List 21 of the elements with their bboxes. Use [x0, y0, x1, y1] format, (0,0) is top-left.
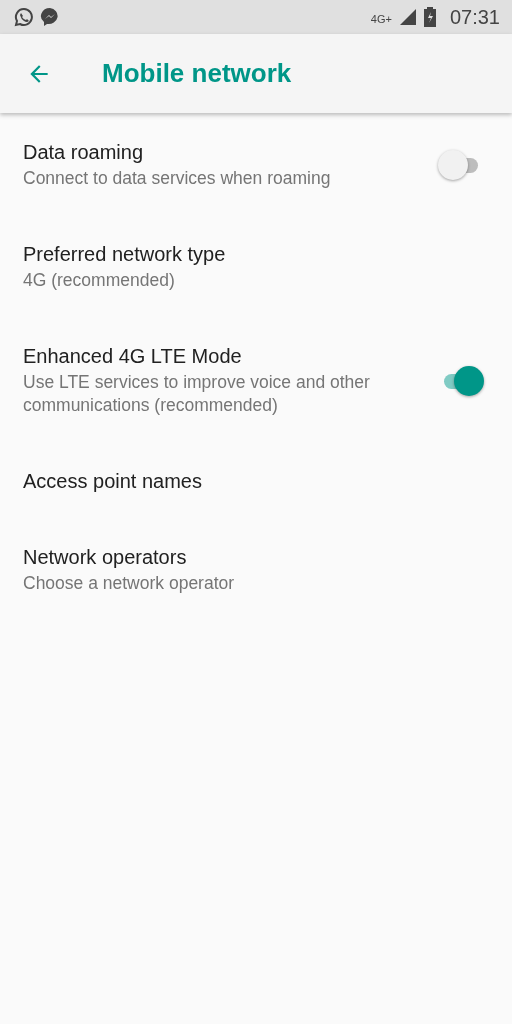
chat-bubble-icon — [14, 7, 34, 27]
setting-item[interactable]: Preferred network type 4G (recommended) — [0, 215, 512, 317]
setting-summary: Use LTE services to improve voice and other communications (recommended) — [23, 371, 371, 417]
setting-item[interactable]: Enhanced 4G LTE Mode Use LTE services to improve voice and other communications (recommended) — [0, 317, 512, 442]
network-type: 4G+ — [370, 12, 392, 25]
signal-icon — [399, 9, 416, 25]
setting-item[interactable]: Data roaming Connect to data services when roaming — [0, 113, 512, 215]
page-title: Mobile network — [102, 58, 292, 89]
setting-item[interactable]: Access point names — [0, 442, 512, 518]
setting-summary: Connect to data services when roaming — [23, 167, 332, 190]
clock: 07:31 — [449, 5, 500, 29]
setting-title: Preferred network type — [23, 242, 227, 266]
battery-icon — [423, 7, 436, 27]
setting-title: Access point names — [23, 469, 203, 493]
setting-title: Data roaming — [23, 140, 145, 164]
setting-summary: 4G (recommended) — [23, 269, 176, 292]
messenger-icon — [40, 7, 60, 27]
setting-summary: Choose a network operator — [23, 572, 236, 595]
setting-item[interactable]: Network operators Choose a network operator — [0, 518, 512, 620]
setting-title: Enhanced 4G LTE Mode — [23, 344, 243, 368]
setting-title: Network operators — [23, 545, 188, 569]
